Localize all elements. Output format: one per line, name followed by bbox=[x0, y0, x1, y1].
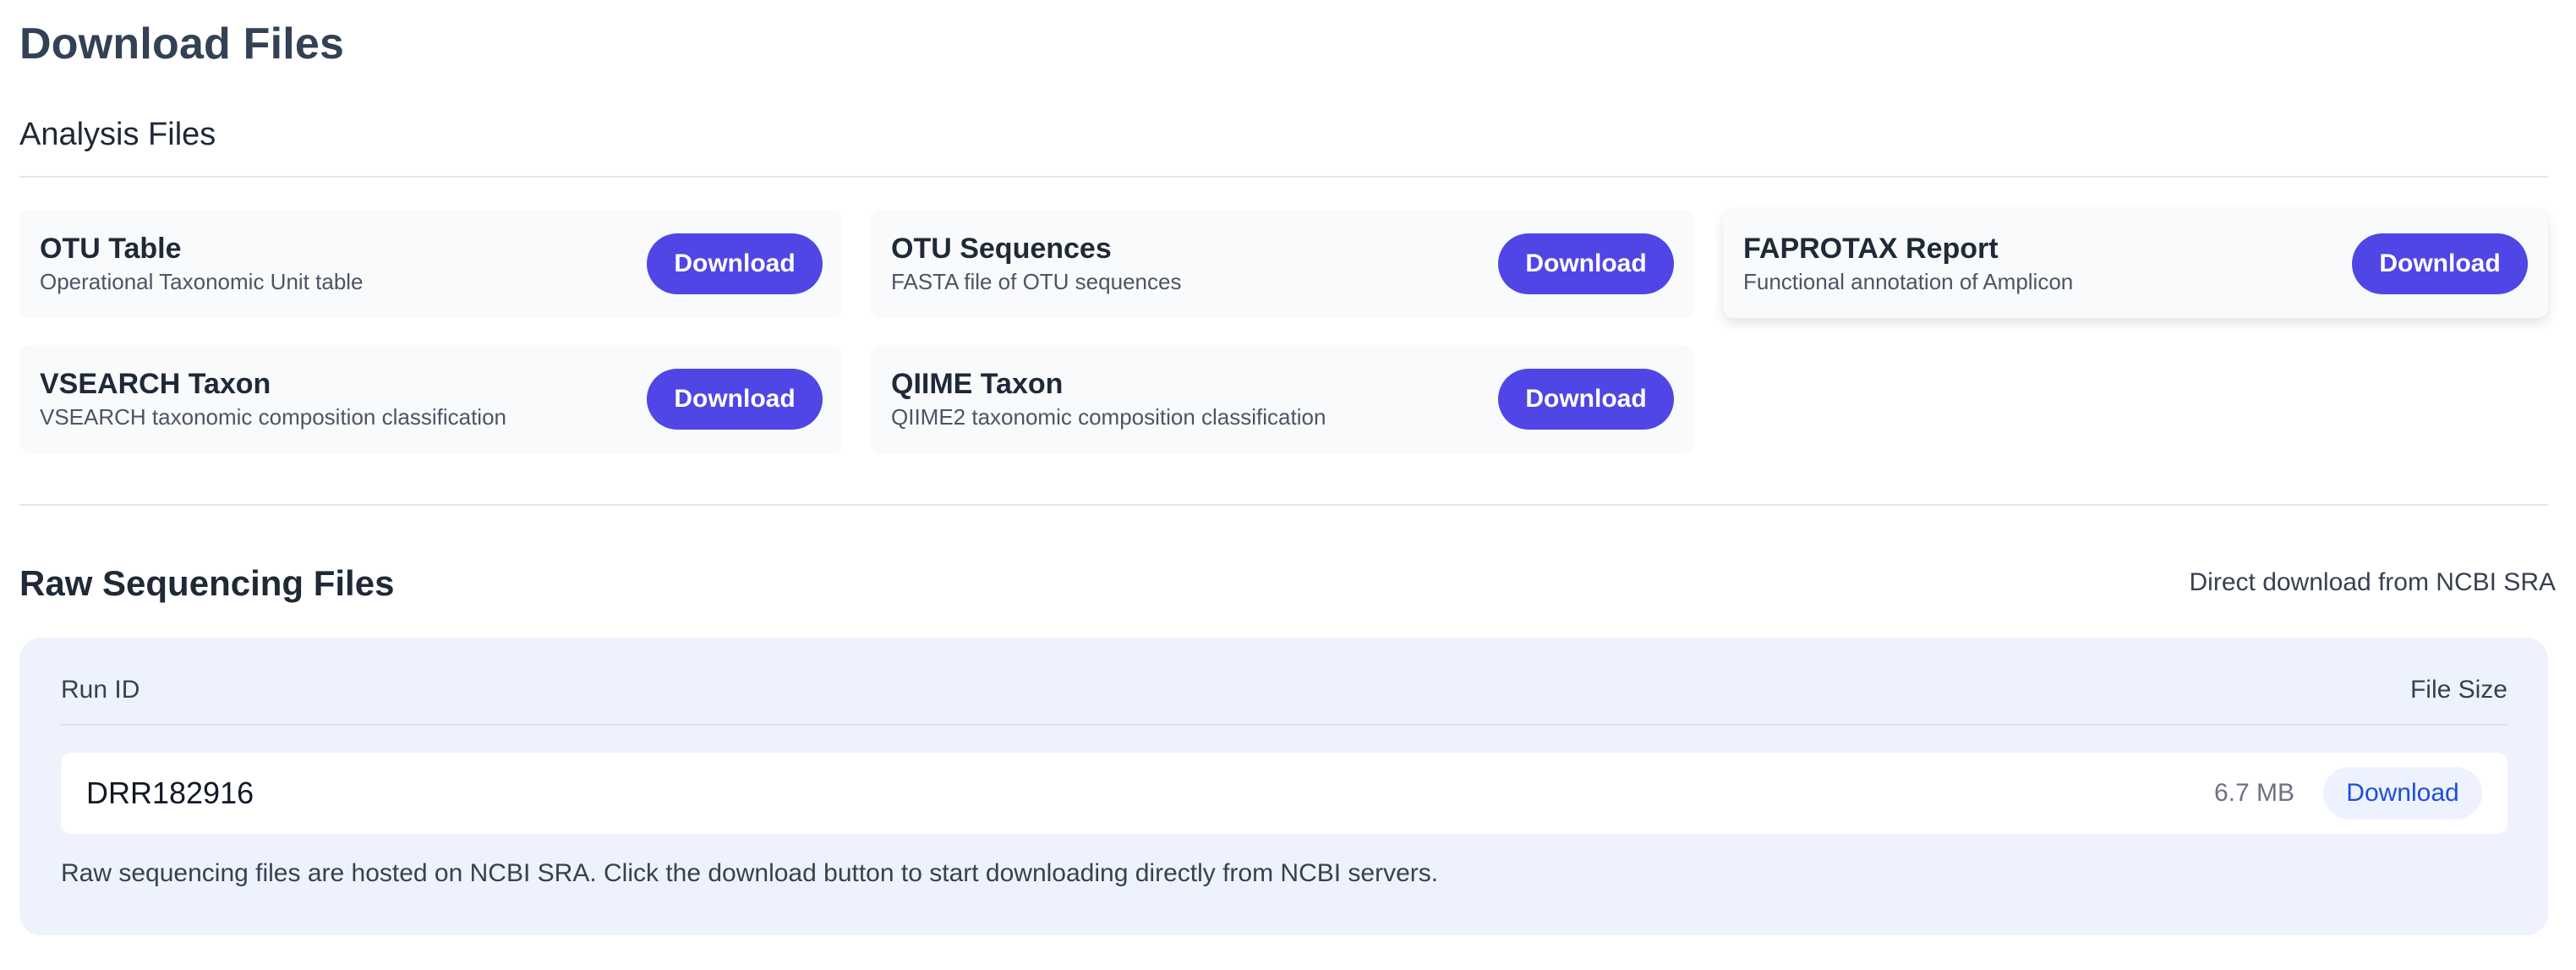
file-card-description: Functional annotation of Amplicon bbox=[1743, 269, 2074, 294]
file-card-text: OTU Sequences FASTA file of OTU sequence… bbox=[891, 232, 1181, 296]
analysis-files-heading: Analysis Files bbox=[19, 117, 216, 152]
file-card-title: VSEARCH Taxon bbox=[40, 368, 271, 400]
file-card-faprotax-report: FAPROTAX Report Functional annotation of… bbox=[1723, 210, 2548, 318]
run-id: DRR182916 bbox=[86, 775, 254, 810]
file-card-description: VSEARCH taxonomic composition classifica… bbox=[40, 404, 506, 430]
section-divider bbox=[19, 504, 2548, 506]
file-card-vsearch-taxon: VSEARCH Taxon VSEARCH taxonomic composit… bbox=[19, 345, 843, 453]
ncbi-source-note: Direct download from NCBI SRA bbox=[2189, 568, 2556, 596]
file-card-otu-sequences: OTU Sequences FASTA file of OTU sequence… bbox=[871, 210, 1694, 318]
download-faprotax-report-button[interactable]: Download bbox=[2352, 233, 2528, 294]
file-card-qiime-taxon: QIIME Taxon QIIME2 taxonomic composition… bbox=[871, 345, 1694, 453]
file-card-description: FASTA file of OTU sequences bbox=[891, 269, 1182, 294]
row-actions: 6.7 MB Download bbox=[2214, 767, 2482, 819]
download-files-page: Download Files Analysis Files OTU Table … bbox=[0, 0, 2576, 970]
download-vsearch-taxon-button[interactable]: Download bbox=[647, 369, 823, 430]
file-size-column-header: File Size bbox=[2409, 676, 2508, 704]
raw-files-panel: Run ID File Size DRR182916 6.7 MB Downlo… bbox=[19, 638, 2548, 935]
raw-sequencing-heading: Raw Sequencing Files bbox=[19, 563, 395, 603]
page-title: Download Files bbox=[19, 19, 345, 69]
table-row: DRR182916 6.7 MB Download bbox=[61, 753, 2508, 834]
download-otu-table-button[interactable]: Download bbox=[647, 233, 823, 294]
download-run-button[interactable]: Download bbox=[2323, 767, 2482, 819]
file-card-title: OTU Table bbox=[40, 233, 182, 265]
file-card-description: QIIME2 taxonomic composition classificat… bbox=[891, 404, 1326, 430]
file-card-title: FAPROTAX Report bbox=[1743, 233, 1999, 265]
run-id-column-header: Run ID bbox=[61, 676, 140, 704]
raw-files-footnote: Raw sequencing files are hosted on NCBI … bbox=[61, 859, 1439, 887]
file-card-otu-table: OTU Table Operational Taxonomic Unit tab… bbox=[19, 210, 843, 318]
table-header-divider bbox=[61, 724, 2508, 726]
section-divider bbox=[19, 176, 2548, 178]
file-size: 6.7 MB bbox=[2213, 779, 2294, 807]
file-card-text: QIIME Taxon QIIME2 taxonomic composition… bbox=[891, 367, 1326, 431]
file-card-description: Operational Taxonomic Unit table bbox=[40, 269, 364, 294]
download-qiime-taxon-button[interactable]: Download bbox=[1498, 369, 1674, 430]
file-card-text: OTU Table Operational Taxonomic Unit tab… bbox=[40, 232, 364, 296]
raw-files-table-header: Run ID File Size bbox=[61, 671, 2508, 709]
download-otu-sequences-button[interactable]: Download bbox=[1498, 233, 1674, 294]
file-card-text: VSEARCH Taxon VSEARCH taxonomic composit… bbox=[40, 367, 506, 431]
file-card-title: QIIME Taxon bbox=[891, 368, 1064, 400]
file-card-title: OTU Sequences bbox=[891, 233, 1112, 265]
file-card-text: FAPROTAX Report Functional annotation of… bbox=[1743, 232, 2073, 296]
